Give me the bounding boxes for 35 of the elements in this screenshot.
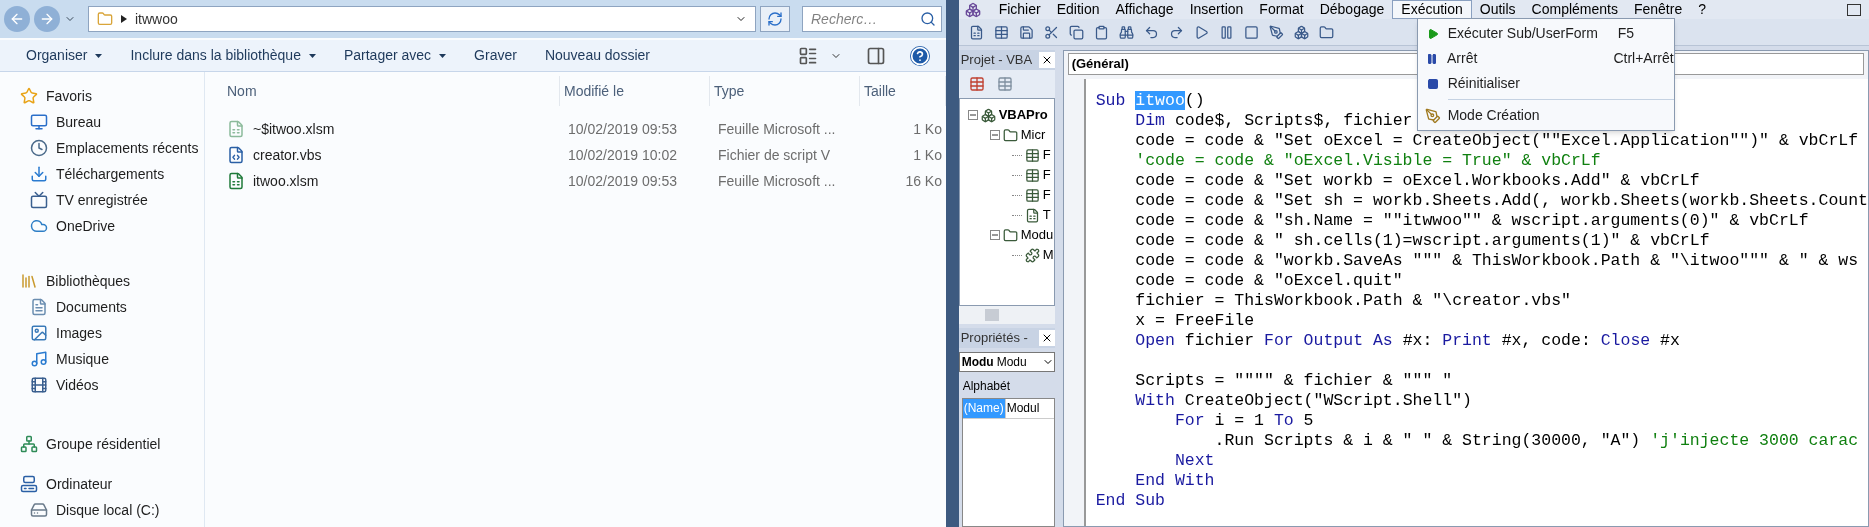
file-modified: 10/02/2019 09:53: [567, 171, 678, 191]
file-type: Feuille Microsoft ...: [717, 119, 837, 139]
code-line: x = FreeFile: [1134, 311, 1255, 331]
code-line: 'code = code & "oExcel.Visible = True" & vbCrLf: [1134, 151, 1601, 171]
file-size: 16 Ko: [904, 171, 943, 191]
code-line: End With: [1134, 471, 1215, 491]
file-name: creator.vbs: [253, 145, 322, 165]
code-line: code = code & "Set workb = oExcel.Workbooks.Add" & vbCrLf: [1134, 171, 1700, 191]
panel-title: Projet - VBA: [960, 51, 1033, 70]
panel-title: Propriétés -: [960, 329, 1028, 348]
file-size: 1 Ko: [912, 145, 943, 165]
code-line: fichier = ThisWorkbook.Path & "\creator.vbs": [1134, 291, 1571, 311]
code-line: For i = 1 To 5: [1173, 411, 1314, 431]
code-line: code = code & "sh.Name = ""itwwoo"" & wscript.arguments(0)" & vbCrLf: [1134, 211, 1809, 231]
code-line: code = code & "Set sh = workb.Sheets.Add(, workb.Sheets(workb.Sheets.Count: [1134, 191, 1868, 211]
code-line: code = code & " sh.cells(1)=wscript.arguments(1)" & vbCrLf: [1134, 231, 1710, 251]
file-name: ~$itwoo.xlsm: [253, 119, 335, 139]
file-name: itwoo.xlsm: [253, 171, 319, 191]
code-line: Next: [1173, 451, 1215, 471]
code-line: .Run Scripts & i & " " & String(30000, "A") 'j'injecte 3000 carac: [1213, 431, 1859, 451]
file-modified: 10/02/2019 10:02: [567, 145, 678, 165]
file-modified: 10/02/2019 09:53: [567, 119, 678, 139]
code-line: End Sub: [1095, 491, 1165, 511]
code-line: With CreateObject("WScript.Shell"): [1134, 391, 1472, 411]
file-type: Fichier de script V: [717, 145, 832, 165]
code-line: Scripts = """" & fichier & """ ": [1134, 371, 1453, 391]
code-line: Dim code$, Scripts$, fichier: [1134, 111, 1413, 131]
code-line: Open fichier For Output As #x: Print #x, code: Close #x: [1134, 331, 1680, 351]
code-line: code = code & "oExcel.quit": [1134, 271, 1403, 291]
file-size: 1 Ko: [912, 119, 943, 139]
code-line: Sub itwoo(): [1095, 91, 1205, 111]
code-line: code = code & "Set oExcel = CreateObject(""Excel.Application"")" & vbCrLf: [1134, 131, 1859, 151]
code-line: code = code & "workb.SaveAs """ & ThisWorkbook.Path & "\itwoo""" & " & ws: [1134, 251, 1859, 271]
file-type: Feuille Microsoft ...: [717, 171, 837, 191]
address-path: itwwoo: [135, 9, 178, 29]
